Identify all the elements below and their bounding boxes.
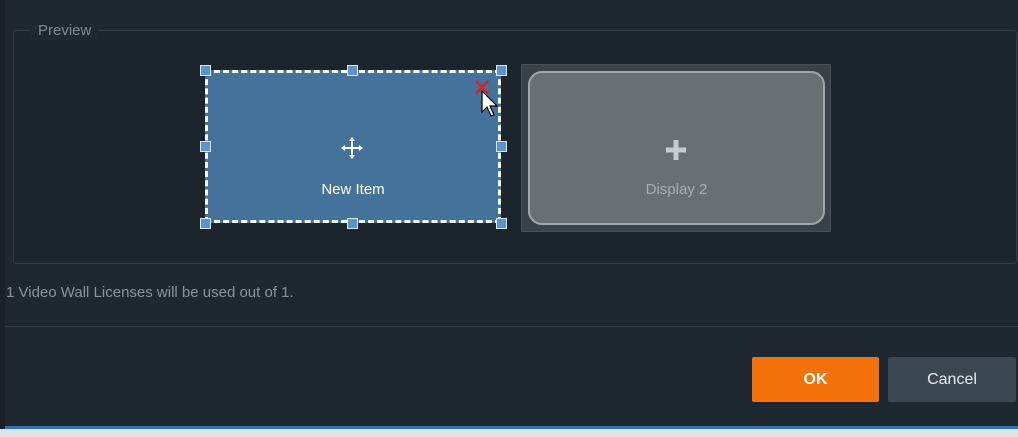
preview-group <box>13 30 1017 264</box>
ok-button[interactable]: OK <box>752 357 879 402</box>
plus-icon <box>666 140 686 160</box>
background-area <box>0 429 1018 437</box>
new-item-label: New Item <box>321 181 385 198</box>
mouse-cursor-icon <box>481 90 499 117</box>
move-icon <box>341 137 363 159</box>
preview-legend: Preview <box>30 22 100 40</box>
resize-handle-left[interactable] <box>200 141 211 152</box>
resize-handle-top[interactable] <box>347 65 358 76</box>
cancel-button[interactable]: Cancel <box>888 357 1016 402</box>
resize-handle-top-right[interactable] <box>496 65 507 76</box>
resize-handle-bottom-right[interactable] <box>496 218 507 229</box>
resize-handle-top-left[interactable] <box>200 65 211 76</box>
resize-handle-right[interactable] <box>496 141 507 152</box>
divider <box>5 326 1018 327</box>
license-usage-text: 1 Video Wall Licenses will be used out o… <box>6 284 294 301</box>
resize-handle-bottom[interactable] <box>347 218 358 229</box>
resize-handle-bottom-left[interactable] <box>200 218 211 229</box>
display-2-label: Display 2 <box>645 181 708 198</box>
